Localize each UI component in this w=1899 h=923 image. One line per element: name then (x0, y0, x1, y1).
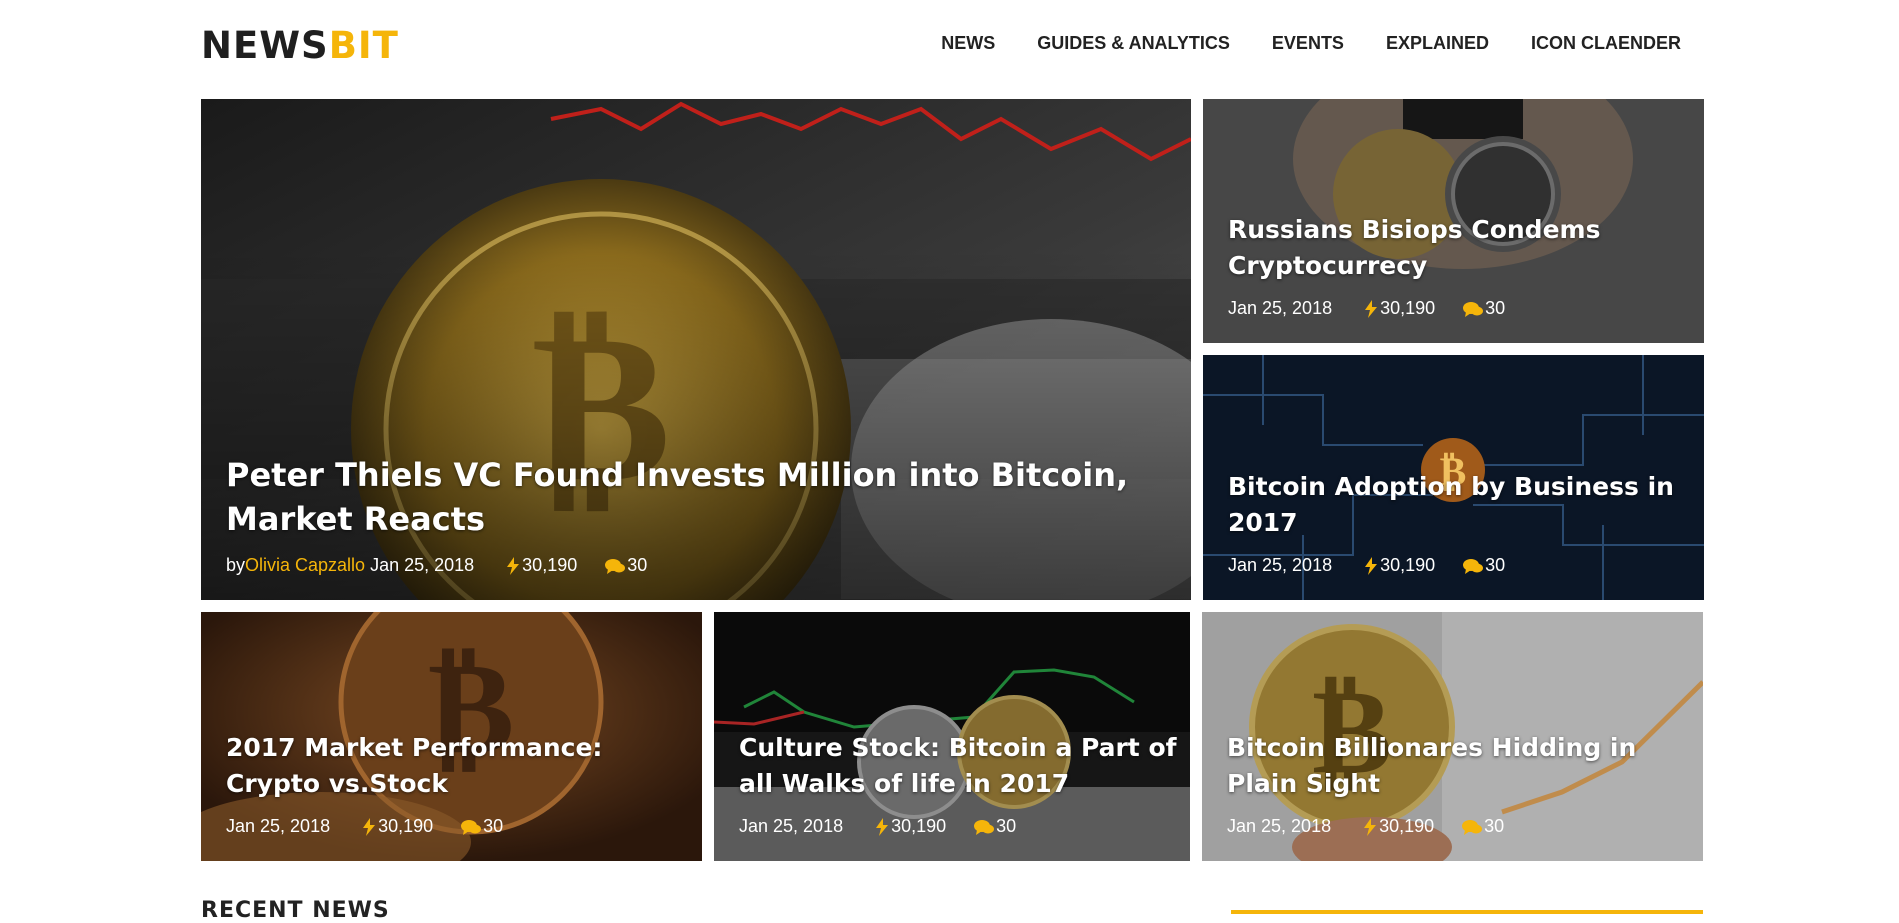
site-logo[interactable]: NEWSBIT (201, 26, 399, 66)
side-card-meta: Jan 25, 2018 30,190 30 (1228, 555, 1694, 576)
bottom-card-1-content: 2017 Market Performance: Crypto vs.Stock… (226, 730, 692, 837)
comments-icon (974, 818, 995, 836)
main-nav: NEWS GUIDES & ANALYTICS EVENTS EXPLAINED… (941, 30, 1681, 57)
nav-events[interactable]: EVENTS (1272, 30, 1344, 57)
side-card-2-content: Bitcoin Adoption by Business in 2017 Jan… (1228, 469, 1694, 576)
featured-title[interactable]: Peter Thiels VC Found Invests Million in… (226, 453, 1181, 541)
by-label: by (226, 555, 246, 575)
nav-news[interactable]: NEWS (941, 30, 995, 57)
bolt-icon (875, 817, 889, 836)
comments-value: 30 (483, 816, 504, 836)
bottom-card-title[interactable]: Culture Stock: Bitcoin a Part of all Wal… (739, 730, 1180, 802)
comments-count: 30 (605, 555, 647, 576)
views-value: 30,190 (1380, 555, 1436, 575)
side-article-card[interactable]: Russians Bisiops Condems Cryptocurrecy J… (1203, 99, 1704, 343)
views-count: 30,190 (1364, 298, 1435, 319)
bottom-card-3-content: Bitcoin Billionares Hidding in Plain Sig… (1227, 730, 1693, 837)
views-count: 30,190 (362, 816, 433, 837)
post-date: Jan 25, 2018 (1228, 555, 1333, 575)
comments-count: 30 (974, 816, 1016, 837)
comments-value: 30 (1485, 555, 1506, 575)
side-card-title[interactable]: Russians Bisiops Condems Cryptocurrecy (1228, 212, 1694, 284)
bottom-card-meta: Jan 25, 2018 30,190 30 (739, 816, 1180, 837)
bottom-card-meta: Jan 25, 2018 30,190 30 (1227, 816, 1693, 837)
side-card-meta: Jan 25, 2018 30,190 30 (1228, 298, 1694, 319)
views-count: 30,190 (1363, 816, 1434, 837)
sidebar-accent-bar (1231, 910, 1703, 914)
bolt-icon (362, 817, 376, 836)
author-link[interactable]: Olivia Capzallo (245, 555, 365, 576)
comments-icon (1462, 818, 1483, 836)
bottom-card-title[interactable]: 2017 Market Performance: Crypto vs.Stock (226, 730, 692, 802)
comments-count: 30 (1462, 816, 1504, 837)
bottom-article-card[interactable]: Culture Stock: Bitcoin a Part of all Wal… (714, 612, 1190, 861)
comments-count: 30 (1463, 555, 1505, 576)
views-value: 30,190 (522, 555, 578, 575)
featured-content: Peter Thiels VC Found Invests Million in… (226, 453, 1181, 576)
side-card-1-content: Russians Bisiops Condems Cryptocurrecy J… (1228, 212, 1694, 319)
views-value: 30,190 (1380, 298, 1436, 318)
post-date: Jan 25, 2018 (1228, 298, 1333, 318)
bottom-article-card[interactable]: ₿ Bitcoin Billionares Hidding in Plain S… (1202, 612, 1703, 861)
comments-icon (1463, 557, 1484, 575)
views-value: 30,190 (891, 816, 947, 836)
bottom-card-2-content: Culture Stock: Bitcoin a Part of all Wal… (739, 730, 1180, 837)
comments-value: 30 (1484, 816, 1505, 836)
comments-value: 30 (996, 816, 1017, 836)
bottom-card-title[interactable]: Bitcoin Billionares Hidding in Plain Sig… (1227, 730, 1693, 802)
bottom-card-meta: Jan 25, 2018 30,190 30 (226, 816, 692, 837)
logo-news-text: NEWS (201, 24, 329, 67)
comments-icon (605, 557, 626, 575)
section-heading: RECENT NEWS (201, 898, 390, 923)
comments-count: 30 (1463, 298, 1505, 319)
bolt-icon (1364, 556, 1378, 575)
comments-value: 30 (627, 555, 648, 575)
bolt-icon (506, 556, 520, 575)
bolt-icon (1364, 299, 1378, 318)
post-date: Jan 25, 2018 (1227, 816, 1332, 836)
views-count: 30,190 (1364, 555, 1435, 576)
post-date: Jan 25, 2018 (226, 816, 331, 836)
bolt-icon (1363, 817, 1377, 836)
nav-icon-calendar[interactable]: ICON CLAENDER (1531, 30, 1681, 57)
views-count: 30,190 (875, 816, 946, 837)
featured-meta: by Olivia Capzallo Jan 25, 2018 30,190 30 (226, 555, 1181, 576)
side-article-card[interactable]: ₿ Bitcoin Adoption by Business in 2017 J… (1203, 355, 1704, 600)
nav-guides-analytics[interactable]: GUIDES & ANALYTICS (1037, 30, 1230, 57)
views-count: 30,190 (506, 555, 577, 576)
nav-explained[interactable]: EXPLAINED (1386, 30, 1489, 57)
bottom-article-card[interactable]: ₿ 2017 Market Performance: Crypto vs.Sto… (201, 612, 702, 861)
post-date: Jan 25, 2018 (739, 816, 844, 836)
views-value: 30,190 (1379, 816, 1435, 836)
views-value: 30,190 (378, 816, 434, 836)
side-card-title[interactable]: Bitcoin Adoption by Business in 2017 (1228, 469, 1694, 541)
comments-value: 30 (1485, 298, 1506, 318)
comments-icon (1463, 300, 1484, 318)
logo-bit-text: BIT (328, 24, 399, 67)
comments-icon (461, 818, 482, 836)
comments-count: 30 (461, 816, 503, 837)
post-date: Jan 25, 2018 (370, 555, 475, 575)
featured-article-card[interactable]: ₿ Peter Thiels VC Found Invests Million … (201, 99, 1191, 600)
